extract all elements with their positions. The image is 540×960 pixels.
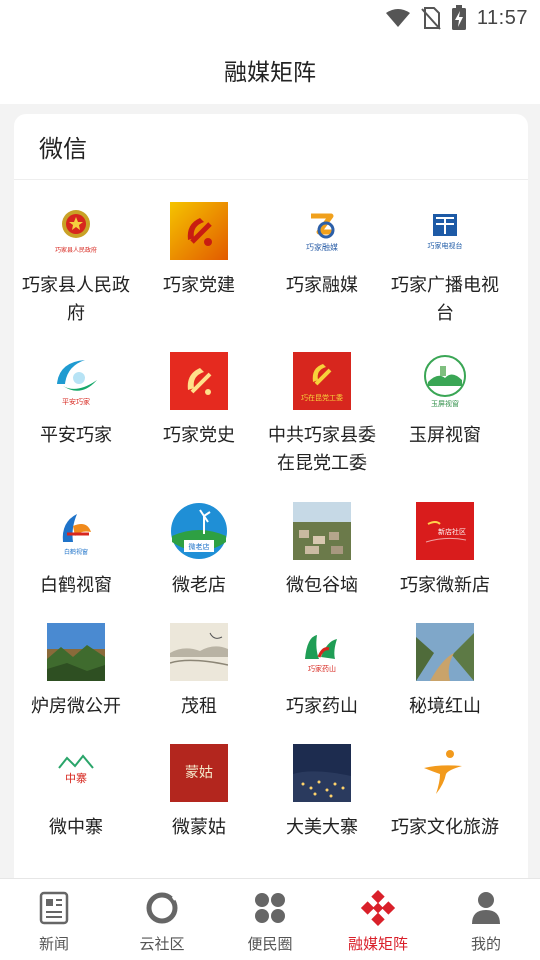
mountain-photo [47,623,105,681]
tab-label: 我的 [470,935,501,953]
village-photo [293,502,351,560]
status-time: 11:57 [476,6,528,29]
media-logo: 巧家融媒 [293,202,351,260]
app-header: 融媒矩阵 [0,36,540,104]
account-tile[interactable]: 微包谷垴 [260,502,384,600]
tv-station-logo: 巧家电视台 [416,202,474,260]
tab-media-matrix[interactable]: 融媒矩阵 [324,879,432,960]
news-icon [37,891,71,925]
account-name: 微中寨 [49,817,103,838]
account-name: 秘境红山 [409,696,481,717]
account-tile[interactable]: 蒙姑 微蒙姑 [137,744,261,842]
zhongzhai-logo: 中寨 [47,744,105,802]
account-name: 炉房微公开 [31,696,121,717]
svg-text:巧家县人民政府: 巧家县人民政府 [55,246,97,254]
tab-label: 新闻 [38,935,69,953]
account-tile[interactable]: 新店社区 巧家微新店 [383,502,507,600]
account-name: 微老店 [172,575,226,596]
account-name: 巧家广播电视台 [391,275,499,324]
xindian-logo: 新店社区 [416,502,474,560]
account-name: 巧家药山 [286,696,358,717]
gov-emblem-logo: 巧家县人民政府 [47,202,105,260]
svg-text:微老店: 微老店 [189,542,210,551]
account-name: 茂租 [181,696,217,717]
svg-text:蒙姑: 蒙姑 [185,765,213,781]
windmill-logo: 微老店 [170,502,228,560]
account-tile[interactable]: 巧家电视台 巧家广播电视台 [383,202,507,328]
tab-cloud-community[interactable]: 云社区 [108,879,216,960]
tab-services[interactable]: 便民圈 [216,879,324,960]
section-title: 微信 [14,114,528,180]
svg-text:新店社区: 新店社区 [438,527,466,536]
battery-charging-icon [451,5,467,31]
account-name: 巧家县人民政府 [22,275,130,324]
account-name: 巧家党史 [163,425,235,446]
night-town-photo [293,744,351,802]
account-tile[interactable]: 炉房微公开 [14,623,138,721]
account-tile[interactable]: 巧家党建 [137,202,261,300]
party-history-logo [170,352,228,410]
svg-text:巧家融媒: 巧家融媒 [306,242,338,252]
tab-profile[interactable]: 我的 [432,879,540,960]
no-sim-icon [421,6,441,30]
runner-logo [416,744,474,802]
services-icon [253,891,287,925]
account-tile[interactable]: 白鹤视窗 白鹤视窗 [14,502,138,600]
account-name: 微包谷垴 [286,575,358,596]
svg-text:巧家药山: 巧家药山 [308,664,336,673]
crane-logo: 白鹤视窗 [47,502,105,560]
bottom-tab-bar: 新闻 云社区 便民圈 融媒矩阵 我的 [0,878,540,960]
tab-label: 便民圈 [247,935,293,953]
status-bar: 11:57 [0,0,540,36]
account-tile[interactable]: 巧在昆党工委 中共巧家县委在昆党工委 [260,352,384,478]
account-tile[interactable]: 平安巧家 平安巧家 [14,352,138,450]
svg-text:中寨: 中寨 [65,771,87,785]
profile-icon [469,891,503,925]
matrix-icon [361,890,395,926]
account-name: 大美大寨 [286,817,358,838]
tab-label: 融媒矩阵 [347,935,408,953]
menggu-logo: 蒙姑 [170,744,228,802]
account-name: 中共巧家县委在昆党工委 [268,425,376,474]
page-title: 融媒矩阵 [224,60,316,86]
swoosh-logo: 平安巧家 [47,352,105,410]
svg-text:白鹤视窗: 白鹤视窗 [64,548,88,556]
account-tile[interactable]: 秘境红山 [383,623,507,721]
account-name: 玉屏视窗 [409,425,481,446]
yuping-logo: 玉屏视窗 [416,352,474,410]
account-tile[interactable]: 玉屏视窗 玉屏视窗 [383,352,507,450]
account-name: 巧家微新店 [400,575,490,596]
svg-text:巧在昆党工委: 巧在昆党工委 [301,393,343,402]
account-tile[interactable]: 大美大寨 [260,744,384,842]
account-tile[interactable]: 中寨 微中寨 [14,744,138,842]
account-name: 巧家融媒 [286,275,358,296]
ink-landscape-photo [170,623,228,681]
svg-text:平安巧家: 平安巧家 [62,397,90,406]
account-tile[interactable]: 巧家药山 巧家药山 [260,623,384,721]
account-tile[interactable]: 巧家县人民政府 巧家县人民政府 [14,202,138,328]
cloud-community-icon [145,891,179,925]
account-tile[interactable]: 茂租 [137,623,261,721]
account-tile[interactable]: 巧家融媒 巧家融媒 [260,202,384,300]
account-name: 巧家党建 [163,275,235,296]
party-committee-logo: 巧在昆党工委 [293,352,351,410]
party-emblem-logo [170,202,228,260]
account-name: 平安巧家 [40,425,112,446]
account-name: 微蒙姑 [172,817,226,838]
wechat-section-card: 微信 巧家县人民政府 巧家县人民政府 巧家党建 巧家融媒 巧家融媒 巧家电视台 … [14,114,528,894]
valley-photo [416,623,474,681]
yaoshan-logo: 巧家药山 [293,623,351,681]
account-tile[interactable]: 微老店 微老店 [137,502,261,600]
account-tile[interactable]: 巧家文化旅游 [383,744,507,842]
wifi-icon [385,8,411,28]
account-name: 巧家文化旅游 [391,817,499,838]
account-tile[interactable]: 巧家党史 [137,352,261,450]
svg-text:巧家电视台: 巧家电视台 [428,241,463,250]
tab-news[interactable]: 新闻 [0,879,108,960]
account-name: 白鹤视窗 [40,575,112,596]
tab-label: 云社区 [139,935,185,953]
svg-text:玉屏视窗: 玉屏视窗 [431,399,459,408]
